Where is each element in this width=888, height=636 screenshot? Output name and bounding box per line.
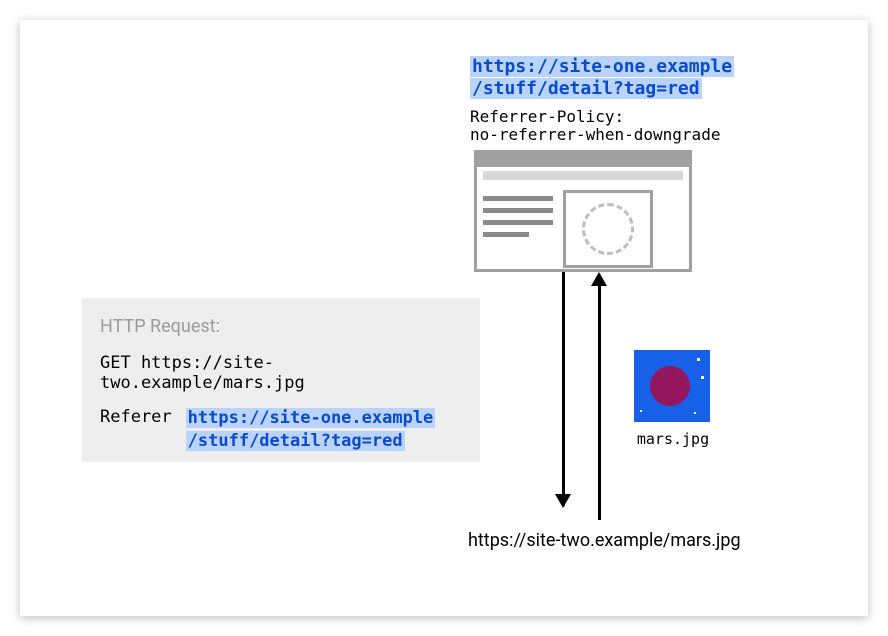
star-icon xyxy=(701,376,704,379)
referrer-policy-value: no-referrer-when-downgrade xyxy=(470,125,720,144)
http-request-box: HTTP Request: GET https://site-two.examp… xyxy=(82,298,480,462)
browser-urlbar xyxy=(483,171,683,180)
source-url-line2: /stuff/detail?tag=red xyxy=(470,78,702,99)
star-icon xyxy=(697,358,700,361)
browser-window xyxy=(474,150,692,272)
placeholder-line xyxy=(483,220,553,225)
source-url-line1: https://site-one.example xyxy=(470,56,734,77)
placeholder-line xyxy=(483,196,553,201)
http-referer-value: https://site-one.example /stuff/detail?t… xyxy=(186,407,436,453)
source-url: https://site-one.example /stuff/detail?t… xyxy=(470,56,734,99)
target-url: https://site-two.example/mars.jpg xyxy=(468,530,741,551)
http-referer-row: Referer https://site-one.example /stuff/… xyxy=(100,407,462,453)
star-icon xyxy=(640,410,642,412)
browser-body xyxy=(477,184,689,274)
diagram-card: https://site-one.example /stuff/detail?t… xyxy=(20,20,868,616)
referrer-policy-header: Referrer-Policy: no-referrer-when-downgr… xyxy=(470,108,720,145)
star-icon xyxy=(694,412,696,414)
http-referer-label: Referer xyxy=(100,407,172,427)
mars-filename-label: mars.jpg xyxy=(634,430,712,448)
mars-thumbnail xyxy=(634,350,710,422)
http-request-title: HTTP Request: xyxy=(100,316,462,337)
arrow-down-icon xyxy=(562,272,565,506)
browser-titlebar xyxy=(477,153,689,167)
http-get-line: GET https://site-two.example/mars.jpg xyxy=(100,353,462,393)
referrer-policy-label: Referrer-Policy: xyxy=(470,107,624,126)
planet-icon xyxy=(650,366,690,406)
http-referer-value-line1: https://site-one.example xyxy=(186,408,436,428)
browser-image-placeholder xyxy=(563,190,653,268)
arrow-up-icon xyxy=(598,286,601,520)
http-referer-value-line2: /stuff/detail?tag=red xyxy=(186,431,405,451)
placeholder-line xyxy=(483,208,553,213)
dashed-circle-icon xyxy=(582,203,634,255)
placeholder-line xyxy=(483,232,529,237)
browser-text-placeholder xyxy=(483,190,553,268)
